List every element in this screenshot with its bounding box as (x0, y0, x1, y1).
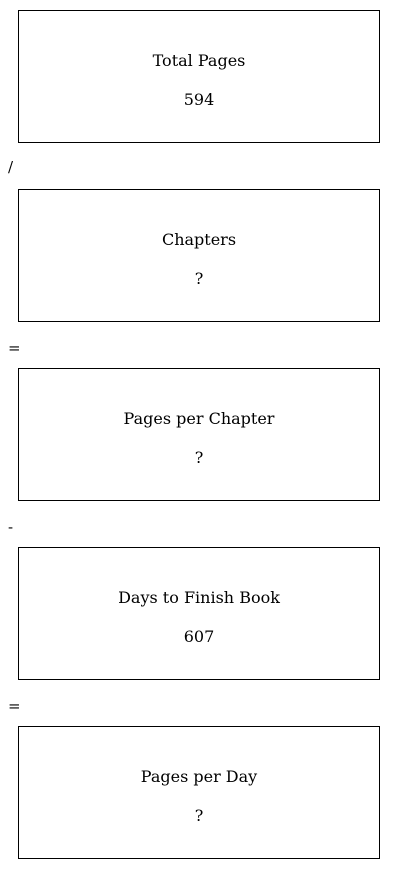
total-pages-box: Total Pages 594 (18, 10, 380, 143)
pages-per-chapter-box: Pages per Chapter ? (18, 368, 380, 501)
box-label: Pages per Day (140, 767, 258, 786)
box-label: Pages per Chapter (123, 409, 275, 428)
box-value: ? (194, 806, 204, 825)
divide-operator: / (8, 158, 14, 176)
box-label: Chapters (161, 230, 237, 249)
box-value: ? (194, 269, 204, 288)
days-to-finish-book-box: Days to Finish Book 607 (18, 547, 380, 680)
equals-operator: = (8, 697, 21, 715)
box-value: ? (194, 448, 204, 467)
chapters-box: Chapters ? (18, 189, 380, 322)
minus-operator: - (8, 518, 14, 536)
box-label: Days to Finish Book (118, 588, 280, 607)
box-value: 594 (183, 90, 215, 109)
pages-per-day-box: Pages per Day ? (18, 726, 380, 859)
box-label: Total Pages (152, 51, 246, 70)
box-value: 607 (183, 627, 215, 646)
equals-operator: = (8, 339, 21, 357)
